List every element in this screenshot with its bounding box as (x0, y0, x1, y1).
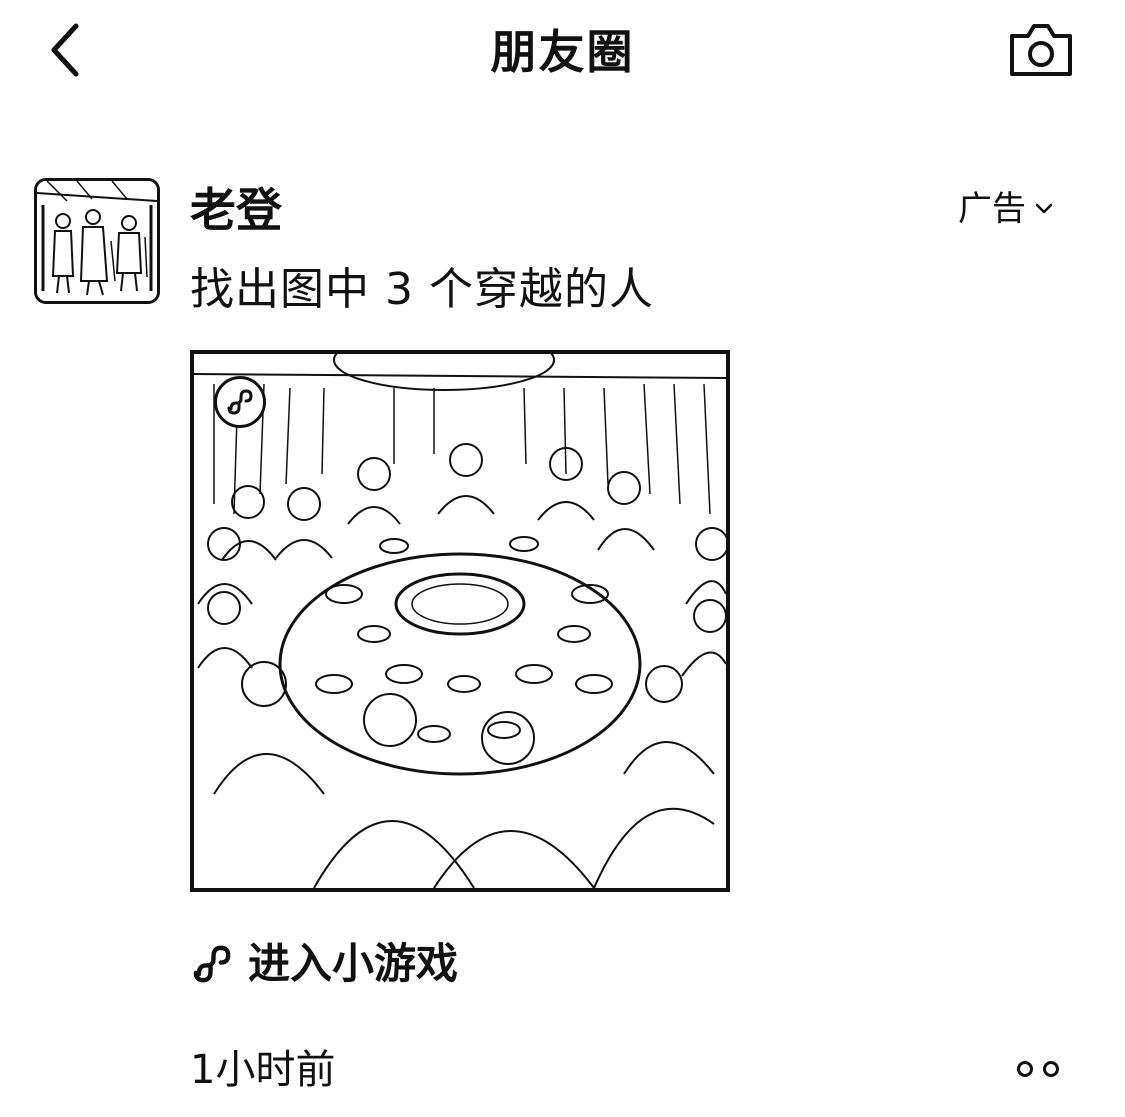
post-timestamp: 1小时前 (190, 1047, 336, 1093)
post-image[interactable] (190, 350, 730, 892)
chevron-down-icon (1035, 203, 1053, 214)
author-avatar[interactable] (34, 178, 160, 304)
banquet-illustration (194, 354, 726, 888)
enter-mini-game-link[interactable]: 进入小游戏 (190, 934, 458, 994)
page-title: 朋友圈 (490, 25, 635, 79)
post-text: 找出图中 3 个穿越的人 (190, 264, 654, 315)
mini-program-badge (214, 376, 266, 428)
mini-program-icon (193, 945, 231, 983)
more-actions-button[interactable] (1010, 1052, 1066, 1086)
more-dots-icon (1043, 1061, 1059, 1077)
camera-icon (1010, 24, 1072, 76)
more-dots-icon (1017, 1061, 1033, 1077)
camera-button[interactable] (1006, 20, 1076, 80)
ad-label-button[interactable]: 广告 (958, 186, 1054, 232)
top-navigation-bar: 朋友圈 (0, 0, 1125, 110)
author-name[interactable]: 老登 (190, 180, 282, 240)
mini-program-icon (227, 389, 253, 415)
mini-game-label: 进入小游戏 (248, 939, 459, 988)
ad-label: 广告 (958, 189, 1026, 229)
avatar-image (37, 181, 157, 301)
